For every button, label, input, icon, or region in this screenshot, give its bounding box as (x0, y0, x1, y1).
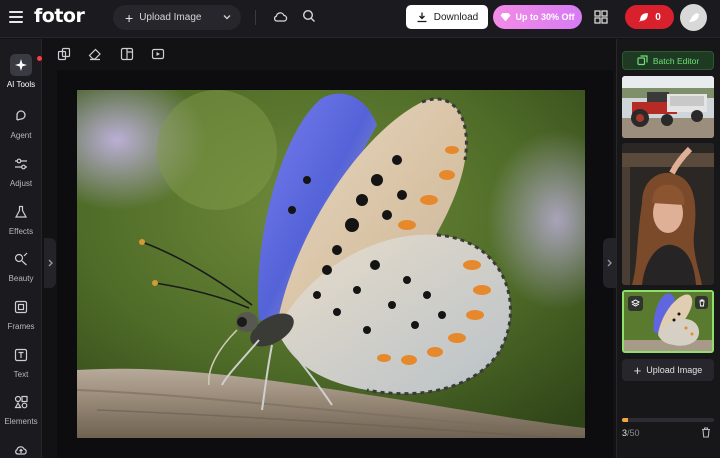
download-label: Download (433, 11, 479, 23)
batch-icon (637, 55, 648, 66)
delete-thumbnail-icon[interactable] (695, 296, 708, 309)
thumbnail-woman[interactable] (622, 143, 714, 285)
chevron-down-icon (223, 15, 231, 20)
sidebar-item-elements[interactable]: Elements (0, 391, 42, 435)
sidebar-item-beauty[interactable]: Beauty (0, 248, 42, 292)
plus-icon: + (633, 362, 642, 378)
left-sidebar: AI Tools Agent Adjust Effects Beauty Fra… (0, 39, 42, 458)
video-icon[interactable] (151, 47, 165, 61)
upload-image-dropdown[interactable]: + Upload Image (113, 5, 241, 30)
chevron-right-icon (607, 259, 612, 267)
feather-icon (639, 12, 649, 22)
image-count: 3/50 (622, 428, 640, 438)
chevron-right-icon (48, 259, 53, 267)
notification-dot (37, 56, 42, 61)
sidebar-item-ai-tools[interactable]: AI Tools (0, 54, 42, 98)
upload-progress-fill (622, 418, 628, 422)
divider (255, 10, 256, 25)
collapse-left-panel-button[interactable] (44, 238, 56, 288)
credits-button[interactable]: 0 (625, 5, 674, 29)
layers-icon[interactable] (628, 296, 643, 311)
frame-icon (10, 296, 32, 318)
search-icon[interactable] (302, 9, 316, 23)
eraser-icon[interactable] (88, 47, 102, 61)
sidebar-item-text[interactable]: Text (0, 344, 42, 388)
upload-image-label: Upload Image (139, 12, 202, 23)
cloud-icon[interactable] (273, 10, 288, 23)
menu-icon[interactable] (9, 11, 23, 23)
image-count-total: /50 (627, 428, 640, 438)
beauty-icon (10, 248, 32, 270)
sliders-icon (10, 153, 32, 175)
sidebar-item-effects[interactable]: Effects (0, 201, 42, 245)
compare-icon[interactable] (57, 47, 71, 61)
bird-icon (688, 12, 700, 22)
sparkle-icon (10, 54, 32, 76)
sidebar-item-label: Frames (7, 322, 35, 331)
download-icon (417, 12, 427, 23)
collapse-right-panel-button[interactable] (603, 238, 616, 288)
sidebar-item-label: AI Tools (6, 80, 36, 89)
upload-image-label: Upload Image (646, 365, 703, 375)
download-button[interactable]: Download (406, 5, 488, 29)
plus-icon: + (125, 9, 134, 26)
batch-editor-button[interactable]: Batch Editor (622, 51, 714, 70)
sidebar-item-label: Text (13, 370, 29, 379)
text-icon (10, 344, 32, 366)
avatar[interactable] (680, 4, 707, 31)
sidebar-item-frames[interactable]: Frames (0, 296, 42, 340)
credits-count: 0 (655, 11, 661, 23)
sidebar-item-label: Agent (10, 131, 32, 140)
diamond-icon (500, 13, 511, 22)
sidebar-item-label: Elements (4, 417, 38, 426)
sidebar-item-agent[interactable]: Agent (0, 105, 42, 149)
thumbnail-butterfly-selected[interactable] (622, 290, 714, 353)
cloud-upload-icon[interactable] (14, 444, 28, 456)
promo-button[interactable]: Up to 30% Off (493, 5, 582, 29)
agent-icon (10, 105, 32, 127)
trash-icon[interactable] (701, 427, 711, 438)
sidebar-item-label: Effects (8, 227, 34, 236)
upload-progress-bar (622, 418, 714, 422)
sidebar-item-label: Beauty (8, 274, 34, 283)
elements-icon (10, 391, 32, 413)
fotor-logo[interactable]: fotor (34, 5, 85, 27)
sidebar-item-adjust[interactable]: Adjust (0, 153, 42, 197)
apps-grid-icon[interactable] (594, 10, 608, 24)
upload-image-button[interactable]: + Upload Image (622, 359, 714, 381)
sidebar-item-label: Adjust (9, 179, 33, 188)
batch-editor-label: Batch Editor (652, 55, 700, 66)
promo-label: Up to 30% Off (515, 12, 575, 22)
split-view-icon[interactable] (120, 47, 134, 61)
thumbnail-tractor[interactable] (622, 76, 714, 138)
flask-icon (10, 201, 32, 223)
butterfly-photo[interactable] (77, 90, 585, 438)
top-bar: fotor + Upload Image Download Up to 30% … (0, 0, 720, 38)
